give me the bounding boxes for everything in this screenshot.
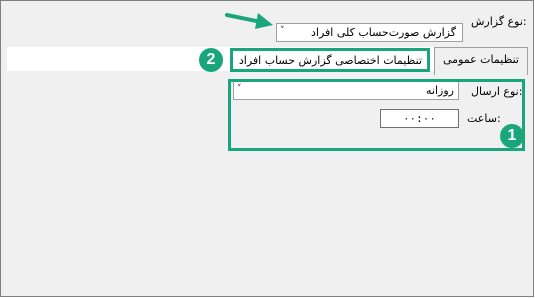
tab-general-label: تنظیمات عمومی <box>443 53 519 66</box>
report-type-dropdown[interactable]: ˅ گزارش صورت‌حساب کلی افراد <box>276 23 463 42</box>
tab-personal-settings[interactable]: تنظیمات اختصاصی گزارش حساب افراد <box>230 48 430 72</box>
report-type-label: نوع گزارش: <box>471 15 527 28</box>
annotation-arrow-icon <box>225 13 273 29</box>
tab-personal-label: تنظیمات اختصاصی گزارش حساب افراد <box>238 54 422 67</box>
report-type-value: گزارش صورت‌حساب کلی افراد <box>311 26 456 39</box>
chevron-down-icon: ˅ <box>280 26 285 36</box>
settings-panel: نوع گزارش: ˅ گزارش صورت‌حساب کلی افراد ت… <box>0 0 534 297</box>
annotation-badge-2: 2 <box>199 48 223 72</box>
tab-general-settings[interactable]: تنظیمات عمومی <box>434 47 528 75</box>
annotation-badge-1: 1 <box>500 124 524 148</box>
annotation-box-general <box>228 79 525 151</box>
